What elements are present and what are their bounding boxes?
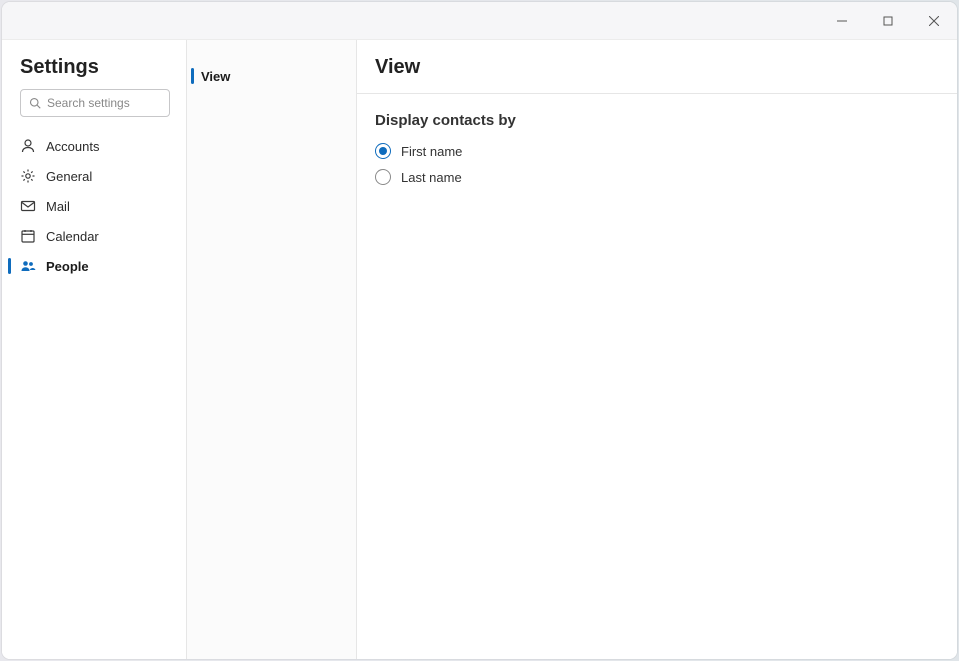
maximize-button[interactable] — [865, 2, 911, 39]
radio-label: First name — [401, 144, 462, 159]
nav-item-calendar[interactable]: Calendar — [2, 221, 186, 251]
settings-nav: Accounts General Mail — [2, 127, 186, 285]
radio-first-name[interactable]: First name — [375, 143, 939, 159]
nav-item-label: People — [46, 259, 89, 274]
nav-item-label: Calendar — [46, 229, 99, 244]
search-box[interactable] — [20, 89, 170, 117]
search-container — [2, 89, 186, 127]
close-icon — [929, 16, 939, 26]
nav-item-label: Accounts — [46, 139, 99, 154]
window-controls — [819, 2, 957, 39]
radio-label: Last name — [401, 170, 462, 185]
search-icon — [29, 97, 41, 109]
radio-icon — [375, 143, 391, 159]
minimize-icon — [837, 16, 847, 26]
main-panel: View Display contacts by First name Last… — [357, 40, 957, 659]
maximize-icon — [883, 16, 893, 26]
settings-window: Settings Accounts Gene — [2, 2, 957, 659]
section-title: Display contacts by — [375, 112, 939, 129]
gear-icon — [20, 168, 36, 184]
nav-item-accounts[interactable]: Accounts — [2, 131, 186, 161]
main-body: Display contacts by First name Last name — [357, 94, 957, 213]
radio-last-name[interactable]: Last name — [375, 169, 939, 185]
people-icon — [20, 258, 36, 274]
main-header: View — [357, 40, 957, 94]
settings-title: Settings — [2, 40, 186, 89]
radio-icon — [375, 169, 391, 185]
sidebar-settings: Settings Accounts Gene — [2, 40, 187, 659]
mail-icon — [20, 198, 36, 214]
subnav-item-view[interactable]: View — [187, 62, 356, 90]
close-button[interactable] — [911, 2, 957, 39]
calendar-icon — [20, 228, 36, 244]
titlebar — [2, 2, 957, 40]
search-input[interactable] — [47, 96, 161, 110]
content-area: Settings Accounts Gene — [2, 40, 957, 659]
person-icon — [20, 138, 36, 154]
nav-item-general[interactable]: General — [2, 161, 186, 191]
nav-item-label: Mail — [46, 199, 70, 214]
nav-item-people[interactable]: People — [2, 251, 186, 281]
page-title: View — [375, 56, 939, 79]
subnav-item-label: View — [201, 69, 230, 84]
nav-item-mail[interactable]: Mail — [2, 191, 186, 221]
minimize-button[interactable] — [819, 2, 865, 39]
nav-item-label: General — [46, 169, 92, 184]
sidebar-subnav: View — [187, 40, 357, 659]
